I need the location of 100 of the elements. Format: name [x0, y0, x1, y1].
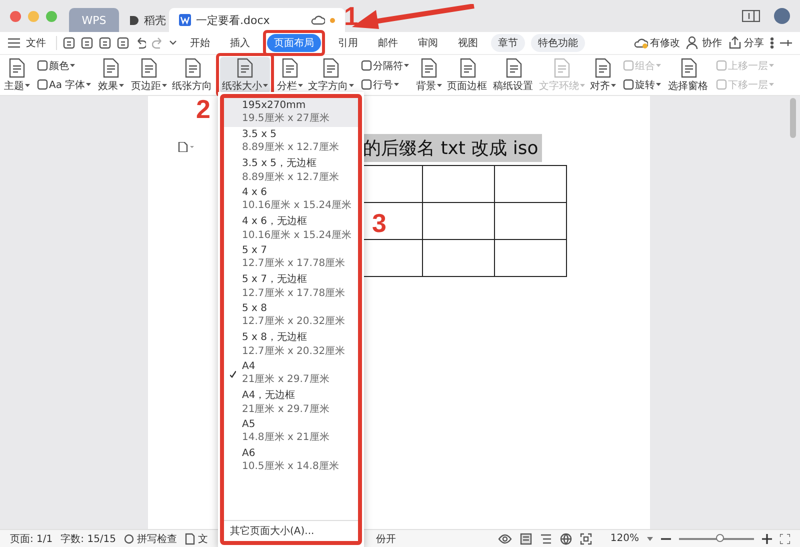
window-tab[interactable]: 一定要看.docx	[169, 8, 345, 32]
menu-item[interactable]: A4 21厘米 x 29.7厘米	[224, 359, 358, 388]
caret-icon	[656, 64, 662, 67]
ribbon-button[interactable]: 纸张方向	[170, 57, 216, 93]
menu-item[interactable]: 195x270mm 19.5厘米 x 27厘米	[224, 98, 358, 127]
menu-tab[interactable]: 审阅	[411, 34, 445, 52]
menu-item[interactable]: 5 x 7，无边框 12.7厘米 x 17.78厘米	[224, 272, 358, 301]
caret-icon	[580, 84, 586, 87]
avatar[interactable]	[774, 8, 790, 24]
document-icon	[281, 58, 300, 78]
person-button[interactable]: 协作	[686, 36, 722, 50]
menu-tab[interactable]: 页面布局	[267, 34, 321, 52]
zoom-level[interactable]: 120%	[610, 533, 639, 544]
ribbon-button[interactable]: 页边距	[129, 57, 170, 93]
menu-item[interactable]: 5 x 8 12.7厘米 x 20.32厘米	[224, 301, 358, 330]
caret-icon[interactable]	[169, 40, 177, 46]
caret-icon	[769, 64, 774, 67]
menu-item[interactable]: 5 x 8，无边框 12.7厘米 x 20.32厘米	[224, 330, 358, 359]
unsaved-dot	[330, 18, 335, 22]
ribbon-button[interactable]: 页面边框	[445, 57, 490, 93]
menu-item[interactable]: 4 x 6，无边框 10.16厘米 x 15.24厘米	[224, 214, 358, 243]
ribbon-button[interactable]: 对齐	[588, 57, 618, 93]
menu-tab[interactable]: 特色功能	[531, 34, 585, 52]
fit-icon[interactable]	[580, 532, 592, 544]
outline-icon[interactable]	[540, 532, 552, 544]
share-button[interactable]: 分享	[728, 36, 764, 50]
ribbon-button[interactable]: 背景	[414, 57, 444, 93]
menu-item[interactable]: 4 x 6 10.16厘米 x 15.24厘米	[224, 185, 358, 214]
square-icon	[623, 60, 634, 71]
ribbon-button[interactable]: 分隔符	[359, 58, 412, 74]
square-icon	[716, 79, 728, 90]
square-icon	[361, 60, 372, 71]
globe-icon[interactable]	[560, 532, 572, 544]
caret-icon	[769, 83, 774, 86]
word-count: 字数: 15/15	[60, 532, 116, 546]
menu-item[interactable]: 其它页面大小(A)...	[224, 520, 358, 541]
document-icon	[140, 58, 158, 78]
step-number: 2	[196, 96, 210, 122]
caret-icon	[437, 84, 442, 87]
ribbon-button[interactable]: 颜色	[35, 58, 94, 74]
ribbon-button[interactable]: 效果	[96, 57, 126, 93]
menu-item[interactable]: A4，无边框 21厘米 x 29.7厘米	[224, 388, 358, 417]
spellcheck-button[interactable]: 拼写检查	[124, 532, 178, 546]
pin-icon[interactable]	[780, 39, 792, 47]
document-icon	[594, 58, 612, 78]
more-icon[interactable]	[770, 37, 774, 49]
ribbon-button[interactable]: Aa 字体	[35, 76, 94, 92]
page-count: 页面: 1/1	[10, 532, 53, 546]
page-options-icon[interactable]	[178, 142, 194, 152]
menu-tab[interactable]: 开始	[183, 34, 217, 52]
document-icon	[8, 58, 26, 78]
ribbon-button[interactable]: 文字方向	[306, 57, 356, 93]
fullscreen-icon[interactable]	[780, 534, 790, 544]
scrollbar-thumb[interactable]	[790, 98, 796, 138]
ribbon-button[interactable]: 分栏	[275, 57, 306, 93]
page-number-icon	[742, 10, 760, 22]
step-number: 3	[372, 210, 386, 236]
page-view-icon[interactable]	[520, 532, 532, 544]
square-icon	[361, 79, 372, 90]
menu-item[interactable]: 5 x 7 12.7厘米 x 17.78厘米	[224, 243, 358, 272]
w-logo-icon	[179, 14, 191, 26]
minus-icon[interactable]	[661, 538, 671, 540]
caret-icon	[25, 84, 30, 87]
file-menu[interactable]: 文件	[26, 36, 46, 50]
square-icon	[37, 79, 48, 90]
caret-icon	[656, 83, 662, 86]
caret-icon	[70, 64, 75, 67]
menu-tab[interactable]: 邮件	[371, 34, 405, 52]
caret-icon	[611, 84, 616, 87]
menu-item[interactable]: A5 14.8厘米 x 21厘米	[224, 417, 358, 446]
window-control-button[interactable]	[10, 10, 21, 22]
menu-icon[interactable]	[8, 38, 20, 48]
menu-item[interactable]: A6 10.5厘米 x 14.8厘米	[224, 446, 358, 475]
menu-tab[interactable]: 引用	[331, 34, 365, 52]
document-check-button[interactable]: 文	[185, 532, 208, 546]
share-icon	[728, 36, 742, 50]
ribbon-button[interactable]: 行号	[359, 76, 412, 92]
menu-tab[interactable]: 章节	[491, 34, 525, 52]
document-icon	[322, 58, 340, 78]
caret-icon	[86, 83, 92, 86]
menu-tab[interactable]: 插入	[223, 34, 257, 52]
ribbon-button[interactable]: 旋转	[621, 76, 664, 92]
square-icon	[37, 60, 48, 71]
caret-icon[interactable]	[647, 536, 653, 540]
window-tab[interactable]: 稻壳	[119, 8, 169, 32]
document-icon	[680, 58, 698, 78]
document-icon	[420, 58, 438, 78]
undo-icon[interactable]	[135, 37, 146, 49]
slider-thumb[interactable]	[716, 534, 724, 542]
ribbon-button[interactable]: 选择窗格	[666, 57, 712, 93]
document-icon	[504, 58, 523, 78]
ribbon-button[interactable]: 纸张大小	[220, 57, 270, 93]
cloud-button[interactable]: 有修改	[634, 36, 680, 50]
plus-icon[interactable]	[762, 534, 772, 544]
menu-tab[interactable]: 视图	[451, 34, 485, 52]
ribbon-button[interactable]: 稿纸设置	[491, 57, 536, 93]
eye-icon[interactable]	[498, 534, 512, 544]
document-icon	[553, 58, 572, 78]
ribbon-button[interactable]: 主题	[2, 57, 32, 93]
caret-icon	[349, 84, 354, 87]
